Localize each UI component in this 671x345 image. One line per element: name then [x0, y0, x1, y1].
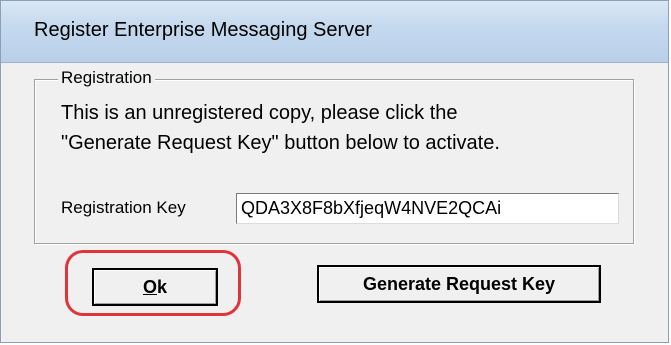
info-message-line-1: This is an unregistered copy, please cli… — [61, 102, 458, 124]
registration-key-input[interactable] — [236, 193, 619, 224]
ok-button[interactable]: Ok — [92, 268, 218, 306]
ok-button-accel: O — [142, 276, 157, 297]
ok-button-label-rest: k — [157, 276, 168, 297]
window-title: Register Enterprise Messaging Server — [34, 19, 372, 41]
registration-group-label: Registration — [58, 68, 155, 88]
generate-request-key-button[interactable]: Generate Request Key — [317, 265, 601, 303]
registration-key-label: Registration Key — [61, 198, 186, 217]
title-bar[interactable]: Register Enterprise Messaging Server — [1, 1, 668, 63]
info-message-line-2: "Generate Request Key" button below to a… — [61, 132, 500, 154]
